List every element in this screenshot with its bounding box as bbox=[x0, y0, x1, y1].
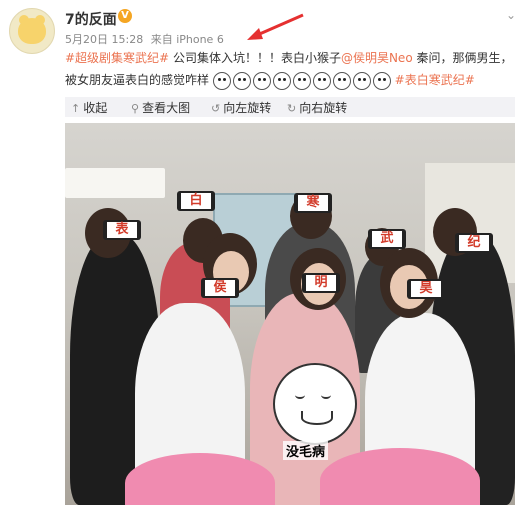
sign-char: 明 bbox=[314, 275, 328, 290]
image-toolbar: ↑ 收起 ⚲ 查看大图 ↺ 向左旋转 ↻ 向右旋转 bbox=[65, 97, 515, 117]
meme-face-sticker bbox=[273, 363, 357, 445]
emoji-icon bbox=[372, 71, 391, 90]
collapse-button[interactable]: ↑ 收起 bbox=[71, 99, 107, 116]
emoji-icon bbox=[272, 71, 291, 90]
bear-icon bbox=[18, 18, 46, 44]
sign-char: 武 bbox=[380, 231, 394, 246]
post-text-part: 公司集体入坑！！！表白小猴子 bbox=[169, 51, 341, 65]
sign-char: 侯 bbox=[213, 280, 227, 295]
phone-sign: 昊 bbox=[407, 279, 445, 299]
sign-char: 纪 bbox=[467, 235, 481, 250]
phone-sign: 寒 bbox=[294, 193, 332, 213]
flowers bbox=[125, 453, 275, 505]
phone-sign: 明 bbox=[302, 273, 340, 293]
emoji-icon bbox=[252, 71, 271, 90]
phone-sign: 纪 bbox=[455, 233, 493, 253]
rotate-right-icon: ↻ bbox=[287, 102, 297, 115]
emoji-row bbox=[212, 71, 391, 90]
hashtag-link[interactable]: #表白寒武纪# bbox=[395, 73, 475, 87]
collapse-icon: ↑ bbox=[71, 102, 81, 115]
arrow-annotation-icon bbox=[247, 13, 304, 40]
phone-sign: 侯 bbox=[201, 278, 239, 298]
post-date[interactable]: 5月20日 15:28 bbox=[65, 33, 143, 46]
sign-char: 昊 bbox=[419, 281, 433, 296]
view-large-button[interactable]: ⚲ 查看大图 bbox=[131, 99, 190, 116]
chevron-down-icon[interactable]: ⌄ bbox=[506, 8, 516, 22]
phone-sign: 武 bbox=[368, 229, 406, 249]
emoji-icon bbox=[332, 71, 351, 90]
zoom-icon: ⚲ bbox=[131, 102, 140, 115]
rotate-left-icon: ↺ bbox=[211, 102, 221, 115]
emoji-icon bbox=[232, 71, 251, 90]
post-text: #超级剧集寒武纪# 公司集体入坑！！！表白小猴子@侯明昊Neo 秦问，那俩男生，… bbox=[65, 47, 515, 91]
post-source: 来自 iPhone 6 bbox=[150, 33, 224, 46]
post-meta: 5月20日 15:28 来自 iPhone 6 bbox=[65, 31, 228, 47]
hashtag-link[interactable]: #超级剧集寒武纪# bbox=[65, 51, 169, 65]
emoji-icon bbox=[312, 71, 331, 90]
mention-link[interactable]: @侯明昊Neo bbox=[341, 51, 413, 65]
sign-char: 白 bbox=[189, 193, 203, 208]
sign-char: 表 bbox=[115, 222, 129, 237]
phone-sign: 表 bbox=[103, 220, 141, 240]
emoji-icon bbox=[352, 71, 371, 90]
phone-sign: 白 bbox=[177, 191, 215, 211]
flowers bbox=[320, 448, 480, 505]
rotate-left-label: 向左旋转 bbox=[223, 101, 272, 115]
avatar[interactable] bbox=[9, 8, 55, 54]
verified-badge-icon: V bbox=[118, 9, 132, 23]
collapse-label: 收起 bbox=[83, 101, 108, 115]
emoji-icon bbox=[292, 71, 311, 90]
rotate-left-button[interactable]: ↺ 向左旋转 bbox=[211, 99, 271, 116]
ceiling-light bbox=[65, 168, 165, 198]
username[interactable]: 7的反面 bbox=[65, 9, 117, 29]
post-photo[interactable]: 白 寒 表 武 纪 侯 明 昊 没毛病 bbox=[65, 123, 515, 505]
rotate-right-button[interactable]: ↻ 向右旋转 bbox=[287, 99, 347, 116]
emoji-icon bbox=[212, 71, 231, 90]
meme-caption: 没毛病 bbox=[283, 441, 329, 460]
rotate-right-label: 向右旋转 bbox=[299, 101, 348, 115]
view-large-label: 查看大图 bbox=[142, 101, 191, 115]
sign-char: 寒 bbox=[306, 195, 320, 210]
